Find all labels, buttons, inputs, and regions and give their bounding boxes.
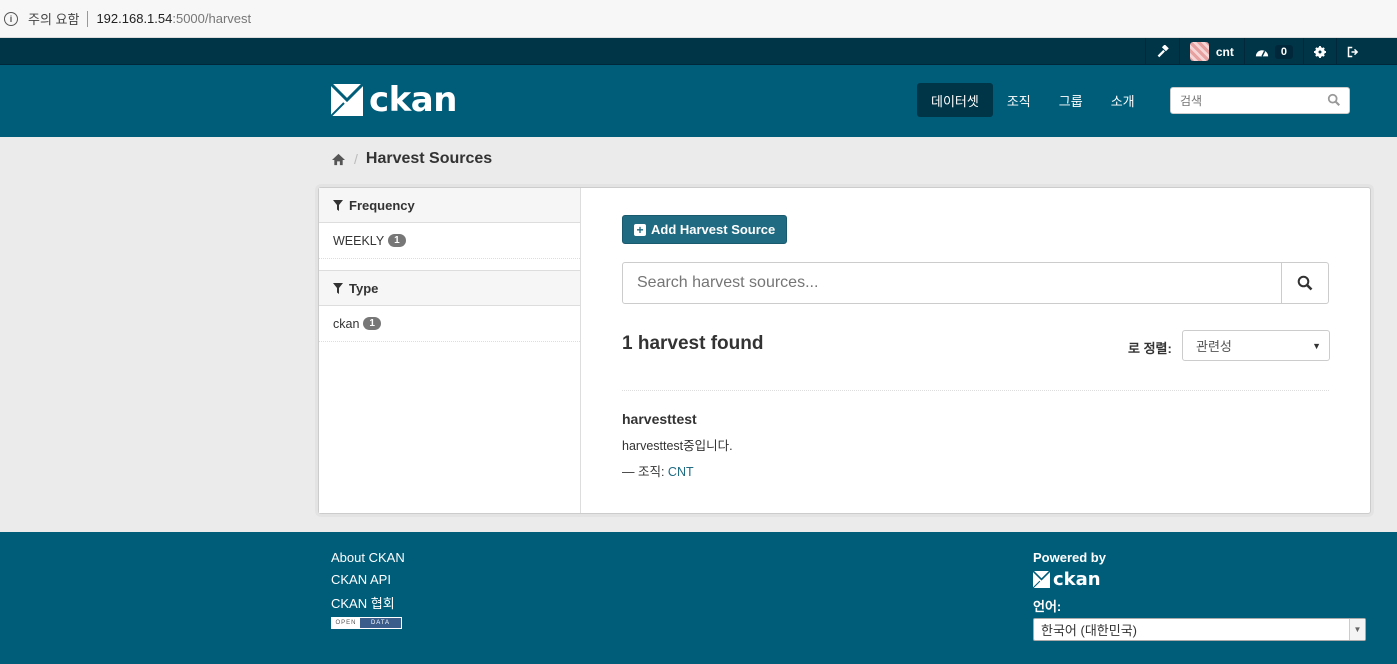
logout-link[interactable]: [1336, 38, 1369, 65]
primary-content: + Add Harvest Source 1 harvest found 로 정…: [582, 188, 1370, 513]
site-search-input[interactable]: [1171, 88, 1321, 113]
facet-heading-type: Type: [319, 271, 580, 306]
dashboard-count: 0: [1274, 44, 1293, 59]
organization-link[interactable]: CNT: [668, 465, 694, 479]
hammer-icon: [1157, 45, 1169, 58]
footer-ckan-logo[interactable]: ckan: [1033, 569, 1101, 590]
footer-link-api[interactable]: CKAN API: [331, 572, 405, 594]
username: cnt: [1215, 44, 1234, 59]
avatar: [1189, 42, 1209, 61]
url-path: :5000/harvest: [172, 11, 252, 26]
search-icon[interactable]: [1327, 93, 1341, 107]
ckan-logo[interactable]: ckan: [331, 83, 457, 117]
footer-link-association[interactable]: CKAN 협회: [331, 593, 405, 615]
footer-links: About CKAN CKAN API CKAN 협회: [331, 550, 405, 615]
ckan-logo-icon: [1033, 571, 1050, 588]
search-icon: [1297, 275, 1313, 291]
user-profile-link[interactable]: cnt: [1178, 38, 1244, 65]
main-nav: 데이터셋 조직 그룹 소개: [917, 83, 1149, 117]
plus-square-icon: +: [634, 223, 646, 236]
nav-about[interactable]: 소개: [1097, 83, 1149, 117]
results-count: 1 harvest found: [622, 333, 764, 354]
order-by-select[interactable]: 관련성 ▼: [1182, 330, 1330, 361]
caret-down-icon: ▼: [1312, 341, 1321, 351]
masthead: ckan 데이터셋 조직 그룹 소개: [0, 65, 1397, 137]
gear-icon: [1314, 45, 1326, 58]
browser-address-bar[interactable]: i 주의 요함 192.168.1.54:5000/harvest: [0, 0, 1397, 38]
result-organization: — 조직: CNT: [622, 465, 694, 479]
harvest-search-button[interactable]: [1281, 263, 1328, 303]
main-wrapper: Frequency WEEKLY 1 Type ckan 1 + Add Har…: [318, 187, 1371, 514]
harvest-search-input[interactable]: [623, 263, 1281, 303]
address-divider: [87, 10, 89, 27]
info-icon[interactable]: i: [4, 11, 18, 26]
facet-item-ckan[interactable]: ckan 1: [319, 306, 580, 342]
security-warning: 주의 요함: [28, 12, 80, 27]
filter-icon: [333, 199, 343, 211]
logo-text: ckan: [369, 80, 457, 120]
nav-organizations[interactable]: 조직: [993, 83, 1045, 117]
account-masthead: cnt 0: [0, 38, 1397, 65]
breadcrumb-separator: /: [354, 151, 358, 167]
result-title[interactable]: harvesttest: [622, 411, 697, 427]
language-label: 언어:: [1033, 599, 1062, 614]
open-data-badge[interactable]: OPEN DATA: [331, 617, 402, 629]
nav-datasets[interactable]: 데이터셋: [917, 83, 993, 117]
facet-spacer: [319, 259, 580, 271]
chevron-down-icon: ▼: [1349, 619, 1365, 640]
result-description: harvesttest중입니다.: [622, 439, 733, 453]
dashboard-link[interactable]: 0: [1243, 38, 1303, 65]
facet-heading-frequency: Frequency: [319, 188, 580, 223]
page-title[interactable]: Harvest Sources: [366, 150, 492, 168]
sign-out-icon: [1347, 46, 1359, 57]
facet-count: 1: [388, 234, 406, 247]
results-divider: [622, 390, 1329, 391]
filter-icon: [333, 282, 343, 294]
home-icon[interactable]: [331, 153, 346, 166]
facet-count: 1: [363, 317, 381, 330]
settings-link[interactable]: [1303, 38, 1336, 65]
footer-link-about[interactable]: About CKAN: [331, 550, 405, 572]
ckan-logo-icon: [331, 84, 363, 116]
sysadmin-link[interactable]: [1144, 38, 1179, 65]
add-harvest-source-button[interactable]: + Add Harvest Source: [622, 215, 788, 244]
nav-groups[interactable]: 그룹: [1045, 83, 1097, 117]
language-select[interactable]: 한국어 (대한민국) ▼: [1033, 618, 1366, 641]
site-search: [1170, 87, 1350, 114]
breadcrumb: / Harvest Sources: [331, 150, 492, 168]
order-by-label: 로 정렬:: [1128, 341, 1172, 356]
powered-by-label: Powered by: [1033, 550, 1106, 565]
url-host: 192.168.1.54: [96, 11, 173, 26]
site-footer: About CKAN CKAN API CKAN 협회 OPEN DATA Po…: [0, 532, 1397, 664]
dashboard-icon: [1255, 49, 1268, 57]
facet-item-weekly[interactable]: WEEKLY 1: [319, 223, 580, 259]
facet-sidebar: Frequency WEEKLY 1 Type ckan 1: [319, 188, 581, 513]
harvest-search: [622, 262, 1329, 304]
